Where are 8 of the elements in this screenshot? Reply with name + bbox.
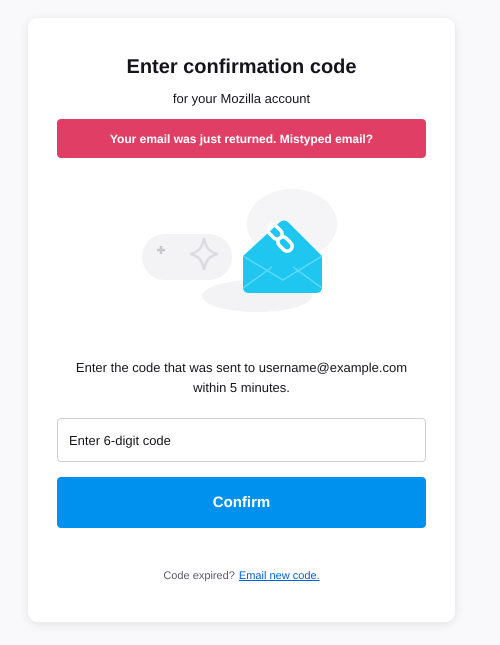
page-title: Enter confirmation code	[126, 56, 357, 79]
email-new-code-link[interactable]: Email new code.	[238, 570, 320, 582]
confirm-button[interactable]: Confirm	[57, 477, 426, 528]
instructions-text: Enter the code that was sent to username@example.com within 5 minutes.	[74, 359, 408, 397]
subtitle: for your Mozilla account	[172, 91, 310, 106]
error-banner: Your email was just returned. Mistyped email?	[57, 119, 426, 158]
code-input-field[interactable]: Enter 6-digit code	[57, 418, 426, 462]
code-expired-text: Code expired?	[163, 570, 235, 582]
